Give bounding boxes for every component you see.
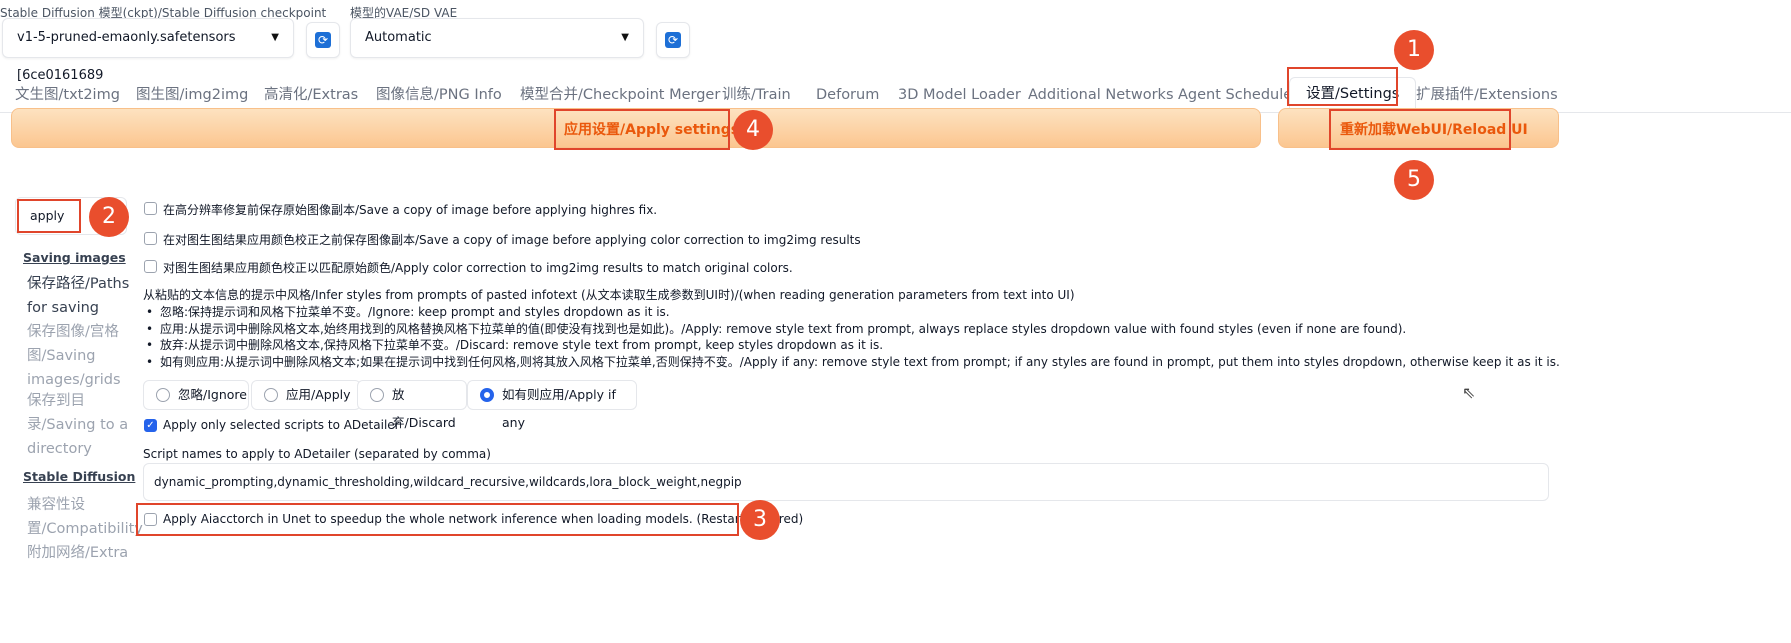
vae-value: Automatic bbox=[365, 30, 432, 45]
step-badge-4: 4 bbox=[733, 110, 773, 150]
sidebar-item-extra[interactable]: 附加网络/Extra bbox=[27, 541, 139, 565]
tab-extras[interactable]: 高清化/Extras bbox=[264, 78, 358, 112]
sidebar-item-saving-to-directory[interactable]: 保存到目录/Saving to a directory bbox=[27, 389, 139, 461]
tab-train[interactable]: 训练/Train bbox=[722, 78, 791, 112]
tab-3d-model-loader[interactable]: 3D Model Loader bbox=[898, 78, 1021, 112]
infer-styles-title: 从粘贴的文本信息的提示中风格/Infer styles from prompts… bbox=[143, 288, 1075, 302]
radio-circle bbox=[264, 388, 278, 402]
tab-checkpoint-merger[interactable]: 模型合并/Checkpoint Merger bbox=[520, 78, 720, 112]
tab-png-info[interactable]: 图像信息/PNG Info bbox=[376, 78, 502, 112]
step-badge-3: 3 bbox=[740, 500, 780, 540]
mouse-cursor-icon: ⇖ bbox=[1462, 383, 1476, 402]
radio-circle bbox=[156, 388, 170, 402]
refresh-vae-button[interactable]: ⟳ bbox=[656, 22, 690, 58]
infer-bullet-ignore: • 忽略:保持提示词和风格下拉菜单不变。/Ignore: keep prompt … bbox=[146, 305, 670, 319]
label-script-names: Script names to apply to ADetailer (sepa… bbox=[143, 447, 491, 461]
sidebar-item-saving-images-grids[interactable]: 保存图像/宫格图/Saving images/grids bbox=[27, 320, 139, 392]
tab-additional-networks[interactable]: Additional Networks bbox=[1028, 78, 1174, 112]
vae-select[interactable]: Automatic ▼ bbox=[350, 18, 644, 58]
sidebar-section-stable-diffusion[interactable]: Stable Diffusion bbox=[23, 469, 135, 484]
label-adetailer-only: Apply only selected scripts to ADetailer bbox=[163, 418, 400, 432]
step-badge-1: 1 bbox=[1394, 30, 1434, 70]
highlight-search bbox=[17, 199, 81, 233]
checkpoint-select[interactable]: v1-5-pruned-emaonly.safetensors [6ce0161… bbox=[2, 18, 294, 83]
highlight-settings-tab bbox=[1287, 67, 1398, 106]
highlight-aiacctorch bbox=[136, 503, 739, 536]
highlight-reload-button bbox=[1329, 109, 1511, 150]
infer-bullet-text: 忽略:保持提示词和风格下拉菜单不变。/Ignore: keep prompt a… bbox=[160, 305, 670, 319]
radio-apply[interactable]: 应用/Apply bbox=[251, 380, 361, 410]
radio-apply-if-any[interactable]: 如有则应用/Apply if any bbox=[467, 380, 637, 430]
infer-bullet-discard: • 放弃:从提示词中删除风格文本,保持风格下拉菜单不变。/Discard: rem… bbox=[146, 338, 884, 352]
step-badge-5: 5 bbox=[1394, 160, 1434, 200]
infer-bullet-text: 放弃:从提示词中删除风格文本,保持风格下拉菜单不变。/Discard: remo… bbox=[160, 338, 884, 352]
infer-bullet-apply-if-any: • 如有则应用:从提示词中删除风格文本;如果在提示词中找到任何风格,则将其放入风格… bbox=[146, 355, 1560, 369]
highlight-apply-button bbox=[554, 109, 730, 150]
checkbox-adetailer-only[interactable]: ✓ bbox=[144, 419, 157, 432]
radio-label: 应用/Apply bbox=[286, 387, 351, 402]
radio-ignore[interactable]: 忽略/Ignore bbox=[143, 380, 249, 410]
refresh-icon: ⟳ bbox=[315, 32, 331, 48]
label-save-before-highres: 在高分辨率修复前保存原始图像副本/Save a copy of image be… bbox=[163, 203, 658, 217]
script-names-input[interactable]: dynamic_prompting,dynamic_thresholding,w… bbox=[143, 463, 1549, 501]
step-badge-2: 2 bbox=[89, 197, 129, 237]
tab-agent-scheduler[interactable]: Agent Scheduler bbox=[1178, 78, 1298, 112]
sidebar-item-compatibility[interactable]: 兼容性设置/Compatibility bbox=[27, 493, 143, 541]
sidebar-section-saving-images[interactable]: Saving images bbox=[23, 250, 126, 265]
refresh-icon: ⟳ bbox=[665, 32, 681, 48]
radio-circle bbox=[370, 388, 384, 402]
label-save-before-color-correction: 在对图生图结果应用颜色校正之前保存图像副本/Save a copy of ima… bbox=[163, 233, 861, 247]
infer-bullet-apply: • 应用:从提示词中删除风格文本,始终用找到的风格替换风格下拉菜单的值(即使没有找… bbox=[146, 322, 1407, 336]
tab-deforum[interactable]: Deforum bbox=[816, 78, 879, 112]
radio-label: 忽略/Ignore bbox=[178, 387, 247, 402]
infer-bullet-text: 如有则应用:从提示词中删除风格文本;如果在提示词中找到任何风格,则将其放入风格下… bbox=[160, 355, 1560, 369]
radio-label: 放弃/Discard bbox=[392, 387, 456, 430]
tab-extensions[interactable]: 扩展插件/Extensions bbox=[1416, 78, 1558, 112]
radio-discard[interactable]: 放弃/Discard bbox=[357, 380, 467, 430]
chevron-down-icon: ▼ bbox=[621, 32, 629, 43]
refresh-checkpoint-button[interactable]: ⟳ bbox=[306, 22, 340, 58]
sidebar-item-paths-for-saving[interactable]: 保存路径/Paths for saving bbox=[27, 272, 139, 320]
tab-txt2img[interactable]: 文生图/txt2img bbox=[15, 78, 120, 112]
checkbox-save-before-color-correction[interactable] bbox=[144, 232, 157, 245]
chevron-down-icon: ▼ bbox=[271, 32, 279, 43]
radio-label: 如有则应用/Apply if any bbox=[502, 387, 616, 430]
label-apply-color-correction: 对图生图结果应用颜色校正以匹配原始颜色/Apply color correcti… bbox=[163, 261, 793, 275]
checkbox-save-before-highres[interactable] bbox=[144, 202, 157, 215]
tab-img2img[interactable]: 图生图/img2img bbox=[136, 78, 248, 112]
radio-circle-selected bbox=[480, 388, 494, 402]
infer-bullet-text: 应用:从提示词中删除风格文本,始终用找到的风格替换风格下拉菜单的值(即使没有找到… bbox=[160, 322, 1407, 336]
checkbox-apply-color-correction[interactable] bbox=[144, 260, 157, 273]
checkpoint-value: v1-5-pruned-emaonly.safetensors [6ce0161… bbox=[17, 30, 236, 83]
